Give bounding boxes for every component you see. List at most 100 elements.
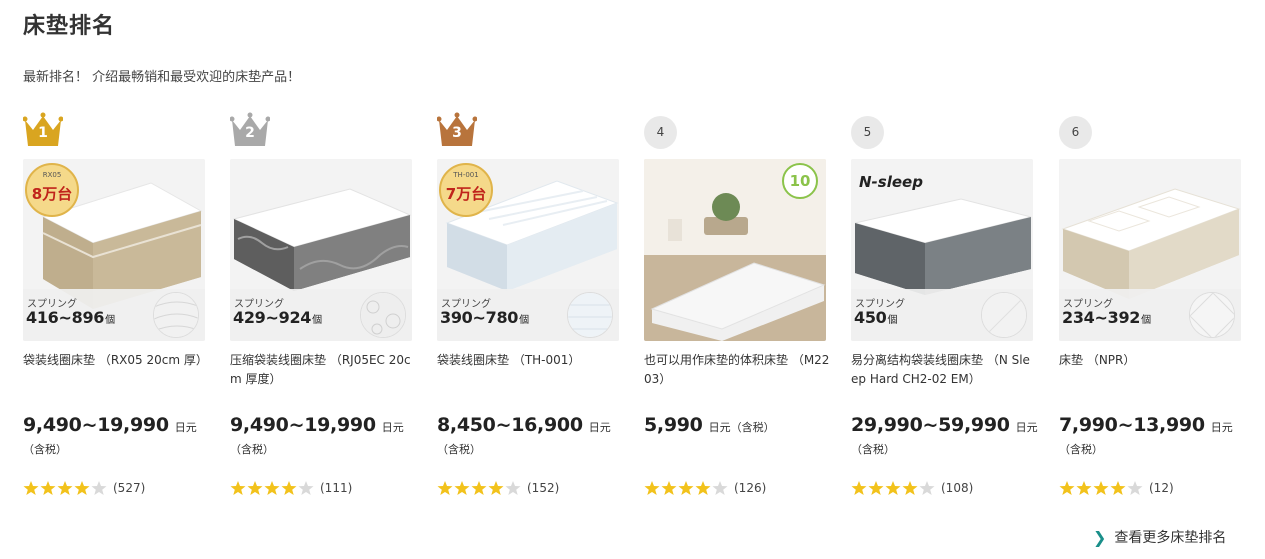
rank-crown-silver: 2 [230, 112, 270, 148]
rank-badge: 5 [851, 116, 884, 149]
product-name[interactable]: 床垫 （NPR） [1059, 351, 1245, 370]
star-filled-icon [1093, 480, 1109, 496]
product-name[interactable]: 袋装线圈床垫 （TH-001） [437, 351, 623, 370]
product-name[interactable]: 压缩袋装线圈床垫 （RJ05EC 20cm 厚度） [230, 351, 416, 389]
star-filled-icon [471, 480, 487, 496]
rank-crown-gold: 1 [23, 112, 63, 148]
star-filled-icon [695, 480, 711, 496]
spec-box: スプリング 429~924個 [230, 289, 412, 341]
fabric-swatch [153, 292, 199, 338]
product-name[interactable]: 也可以用作床垫的体积床垫 （M2203） [644, 351, 830, 389]
view-more-rankings-link[interactable]: ❯ 查看更多床垫排名 [1093, 527, 1226, 547]
price-line: 29,990~59,990 日元（含税） [851, 415, 1043, 460]
product-name[interactable]: 袋装线圈床垫 （RX05 20cm 厚） [23, 351, 209, 370]
rating: (111) [230, 479, 352, 497]
view-more-label: 查看更多床垫排名 [1114, 530, 1227, 546]
spec-value: 450個 [854, 308, 898, 327]
star-filled-icon [23, 480, 39, 496]
product-card[interactable]: 5 N-sleep スプリング 450個 易分离结构袋装线圈床垫 （N Slee… [851, 112, 1038, 512]
star-filled-icon [885, 480, 901, 496]
chevron-right-icon: ❯ [1093, 527, 1107, 547]
brand-logo: N-sleep [859, 173, 923, 191]
star-filled-icon [74, 480, 90, 496]
page-subtitle: 最新排名！ 介绍最畅销和最受欢迎的床垫产品！ [23, 70, 301, 85]
product-price: 8,450~16,900 [437, 414, 583, 436]
star-empty-icon [298, 480, 314, 496]
fabric-swatch [1189, 292, 1235, 338]
price-line: 8,450~16,900 日元（含税） [437, 415, 629, 460]
review-count: (108) [941, 481, 974, 495]
rank-number: 2 [245, 125, 255, 141]
fabric-swatch [981, 292, 1027, 338]
rating: (152) [437, 479, 559, 497]
product-price: 29,990~59,990 [851, 414, 1010, 436]
product-image[interactable]: スプリング 234~392個 [1059, 159, 1241, 341]
star-filled-icon [281, 480, 297, 496]
price-line: 5,990 日元（含税） [644, 415, 836, 438]
star-filled-icon [437, 480, 453, 496]
star-filled-icon [1059, 480, 1075, 496]
product-price: 5,990 [644, 414, 703, 436]
rank-crown-bronze: 3 [437, 112, 477, 148]
product-image[interactable]: N-sleep スプリング 450個 [851, 159, 1033, 341]
fabric-swatch [360, 292, 406, 338]
price-line: 9,490~19,990 日元（含税） [230, 415, 422, 460]
rating: (527) [23, 479, 145, 497]
review-count: (527) [113, 481, 146, 495]
product-card[interactable]: 2 スプリング 429~924個 压缩袋装线圈床垫 （RJ05EC 20cm 厚… [230, 112, 412, 512]
price-line: 9,490~19,990 日元（含税） [23, 415, 215, 460]
rank-badge: 6 [1059, 116, 1092, 149]
star-filled-icon [264, 480, 280, 496]
star-filled-icon [40, 480, 56, 496]
product-image[interactable]: TH-001 7万台 スプリング 390~780個 [437, 159, 619, 341]
product-image[interactable]: 10 [644, 159, 826, 341]
star-filled-icon [678, 480, 694, 496]
spec-box: スプリング 416~896個 [23, 289, 205, 341]
rating: (126) [644, 479, 766, 497]
spec-value: 390~780個 [440, 308, 529, 327]
review-count: (111) [320, 481, 353, 495]
product-image[interactable]: RX05 8万台 スプリング 416~896個 [23, 159, 205, 341]
sales-badge: RX05 8万台 [25, 163, 79, 217]
spec-box: スプリング 450個 [851, 289, 1033, 341]
star-filled-icon [868, 480, 884, 496]
star-filled-icon [644, 480, 660, 496]
spec-value: 429~924個 [233, 308, 322, 327]
star-filled-icon [230, 480, 246, 496]
rank-number: 3 [452, 125, 462, 141]
review-count: (126) [734, 481, 767, 495]
star-filled-icon [851, 480, 867, 496]
star-filled-icon [1110, 480, 1126, 496]
star-empty-icon [91, 480, 107, 496]
fabric-swatch [567, 292, 613, 338]
star-filled-icon [488, 480, 504, 496]
rating: (12) [1059, 479, 1174, 497]
star-filled-icon [902, 480, 918, 496]
warranty-badge: 10 [782, 163, 818, 199]
review-count: (152) [527, 481, 560, 495]
product-price: 9,490~19,990 [230, 414, 376, 436]
star-filled-icon [661, 480, 677, 496]
star-filled-icon [454, 480, 470, 496]
rank-number: 1 [38, 125, 48, 141]
star-empty-icon [1127, 480, 1143, 496]
product-price: 9,490~19,990 [23, 414, 169, 436]
spec-value: 416~896個 [26, 308, 115, 327]
spec-box: スプリング 234~392個 [1059, 289, 1241, 341]
spec-value: 234~392個 [1062, 308, 1151, 327]
product-card[interactable]: 6 スプリング 234~392個 床垫 （NPR） 7,990~13,990 日元… [1059, 112, 1241, 512]
spec-box: スプリング 390~780個 [437, 289, 619, 341]
product-name[interactable]: 易分离结构袋装线圈床垫 （N Sleep Hard CH2-02 EM） [851, 351, 1037, 389]
star-empty-icon [505, 480, 521, 496]
rank-badge: 4 [644, 116, 677, 149]
product-card[interactable]: 3 TH-001 7万台 スプリング 390~780個 袋装线圈床垫 （TH-0… [437, 112, 619, 512]
star-filled-icon [1076, 480, 1092, 496]
product-card[interactable]: 4 10 也可以用作床垫的体积床垫 （M2203） 5,990 日元（含税） (1… [644, 112, 829, 512]
product-card[interactable]: 1 RX05 8万台 スプリング 416~896個 袋装线圈床垫 （RX05 2… [23, 112, 208, 512]
review-count: (12) [1149, 481, 1174, 495]
price-line: 7,990~13,990 日元（含税） [1059, 415, 1251, 460]
page-title: 床垫排名 [23, 14, 116, 39]
price-unit: 日元（含税） [708, 421, 775, 434]
star-empty-icon [712, 480, 728, 496]
product-image[interactable]: スプリング 429~924個 [230, 159, 412, 341]
